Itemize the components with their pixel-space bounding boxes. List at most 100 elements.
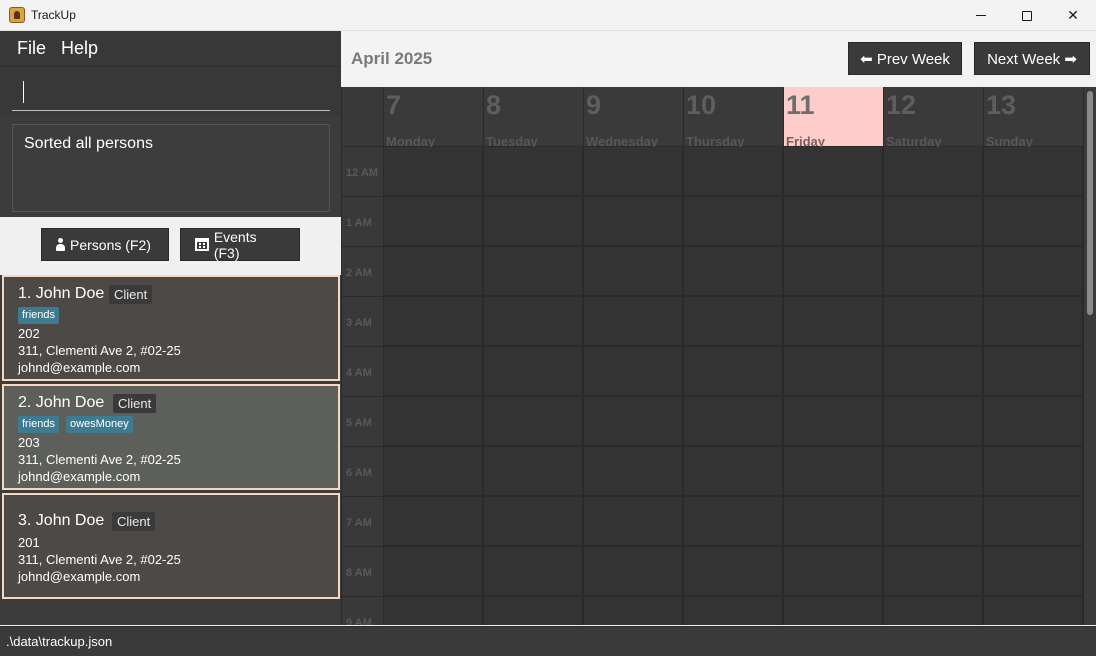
- week-calendar[interactable]: 7 Monday 8 Tuesday 9 Wednesday 10 Thursday 11 Fri…: [341, 87, 1084, 625]
- time-slot[interactable]: [684, 247, 784, 297]
- time-slot[interactable]: [384, 547, 484, 597]
- time-slot[interactable]: [484, 347, 584, 397]
- time-slot[interactable]: [984, 147, 1084, 197]
- time-slot[interactable]: [484, 297, 584, 347]
- time-slot[interactable]: [584, 497, 684, 547]
- person-list[interactable]: 1. John Doe Client friends 202 311, Clem…: [0, 275, 341, 625]
- time-slot[interactable]: [784, 247, 884, 297]
- time-slot[interactable]: [984, 397, 1084, 447]
- time-slot[interactable]: [884, 147, 984, 197]
- time-slot[interactable]: [584, 597, 684, 625]
- title-bar: TrackUp ✕: [0, 0, 1096, 31]
- time-slot[interactable]: [484, 497, 584, 547]
- time-slot[interactable]: [884, 447, 984, 497]
- calendar-corner: [342, 87, 384, 147]
- time-slot[interactable]: [784, 347, 884, 397]
- time-slot[interactable]: [584, 247, 684, 297]
- next-week-button[interactable]: Next Week ➡: [974, 42, 1090, 75]
- time-slot[interactable]: [384, 397, 484, 447]
- person-card[interactable]: 2. John Doe Client friends owesMoney 203…: [2, 384, 340, 490]
- time-slot[interactable]: [984, 497, 1084, 547]
- time-slot[interactable]: [684, 447, 784, 497]
- close-button[interactable]: ✕: [1050, 0, 1096, 31]
- time-slot[interactable]: [984, 447, 1084, 497]
- time-slot[interactable]: [384, 197, 484, 247]
- time-slot[interactable]: [684, 597, 784, 625]
- maximize-button[interactable]: [1004, 0, 1050, 31]
- day-header: 10 Thursday: [684, 87, 784, 149]
- day-number: 8: [486, 90, 502, 120]
- time-slot[interactable]: [684, 197, 784, 247]
- time-slot[interactable]: [384, 447, 484, 497]
- person-card[interactable]: 1. John Doe Client friends 202 311, Clem…: [2, 275, 340, 381]
- time-slot[interactable]: [484, 147, 584, 197]
- time-slot[interactable]: [684, 147, 784, 197]
- person-phone: 202: [18, 326, 40, 341]
- time-slot[interactable]: [684, 547, 784, 597]
- time-slot[interactable]: [984, 597, 1084, 625]
- time-slot[interactable]: [884, 197, 984, 247]
- time-label-text: 8 AM: [346, 567, 372, 579]
- time-slot[interactable]: [784, 197, 884, 247]
- time-slot[interactable]: [484, 597, 584, 625]
- time-slot[interactable]: [884, 347, 984, 397]
- persons-button[interactable]: Persons (F2): [41, 228, 169, 261]
- time-slot[interactable]: [584, 547, 684, 597]
- time-slot[interactable]: [784, 497, 884, 547]
- time-slot[interactable]: [384, 147, 484, 197]
- time-slot[interactable]: [384, 597, 484, 625]
- time-slot[interactable]: [484, 247, 584, 297]
- time-slot[interactable]: [784, 297, 884, 347]
- day-header: 8 Tuesday: [484, 87, 584, 149]
- time-slot[interactable]: [584, 447, 684, 497]
- time-slot[interactable]: [584, 347, 684, 397]
- time-slot[interactable]: [484, 547, 584, 597]
- time-slot[interactable]: [684, 497, 784, 547]
- time-slot[interactable]: [784, 597, 884, 625]
- time-slot[interactable]: [484, 197, 584, 247]
- time-slot[interactable]: [584, 197, 684, 247]
- time-slot[interactable]: [484, 447, 584, 497]
- time-slot[interactable]: [384, 297, 484, 347]
- day-header: 7 Monday: [384, 87, 484, 149]
- time-slot[interactable]: [684, 347, 784, 397]
- time-label-text: 2 AM: [346, 267, 372, 279]
- time-slot[interactable]: [684, 297, 784, 347]
- time-slot[interactable]: [684, 397, 784, 447]
- time-slot[interactable]: [584, 397, 684, 447]
- time-slot[interactable]: [884, 397, 984, 447]
- time-slot[interactable]: [384, 497, 484, 547]
- time-slot[interactable]: [584, 147, 684, 197]
- prev-week-button[interactable]: ⬅ Prev Week: [848, 42, 962, 75]
- time-slot[interactable]: [884, 297, 984, 347]
- time-slot[interactable]: [784, 547, 884, 597]
- time-slot[interactable]: [784, 397, 884, 447]
- day-number: 12: [886, 90, 917, 120]
- menu-help[interactable]: Help: [61, 38, 98, 59]
- time-slot[interactable]: [984, 197, 1084, 247]
- person-name: 2. John Doe: [18, 394, 105, 411]
- time-slot[interactable]: [884, 247, 984, 297]
- time-slot[interactable]: [584, 297, 684, 347]
- time-slot[interactable]: [784, 147, 884, 197]
- time-label-text: 6 AM: [346, 467, 372, 479]
- menu-file[interactable]: File: [17, 38, 46, 59]
- time-slot[interactable]: [384, 347, 484, 397]
- events-button[interactable]: Events (F3): [180, 228, 300, 261]
- time-slot[interactable]: [884, 597, 984, 625]
- command-input[interactable]: [12, 75, 330, 111]
- person-icon: [56, 238, 65, 251]
- calendar-scrollbar[interactable]: [1084, 87, 1096, 625]
- time-slot[interactable]: [884, 547, 984, 597]
- time-slot[interactable]: [984, 297, 1084, 347]
- person-card[interactable]: 3. John Doe Client 201 311, Clementi Ave…: [2, 493, 340, 599]
- time-slot[interactable]: [984, 247, 1084, 297]
- minimize-button[interactable]: [958, 0, 1004, 31]
- time-slot[interactable]: [484, 397, 584, 447]
- time-slot[interactable]: [384, 247, 484, 297]
- time-slot[interactable]: [784, 447, 884, 497]
- time-slot[interactable]: [984, 347, 1084, 397]
- time-slot[interactable]: [984, 547, 1084, 597]
- time-slot[interactable]: [884, 497, 984, 547]
- scrollbar-thumb[interactable]: [1087, 91, 1093, 315]
